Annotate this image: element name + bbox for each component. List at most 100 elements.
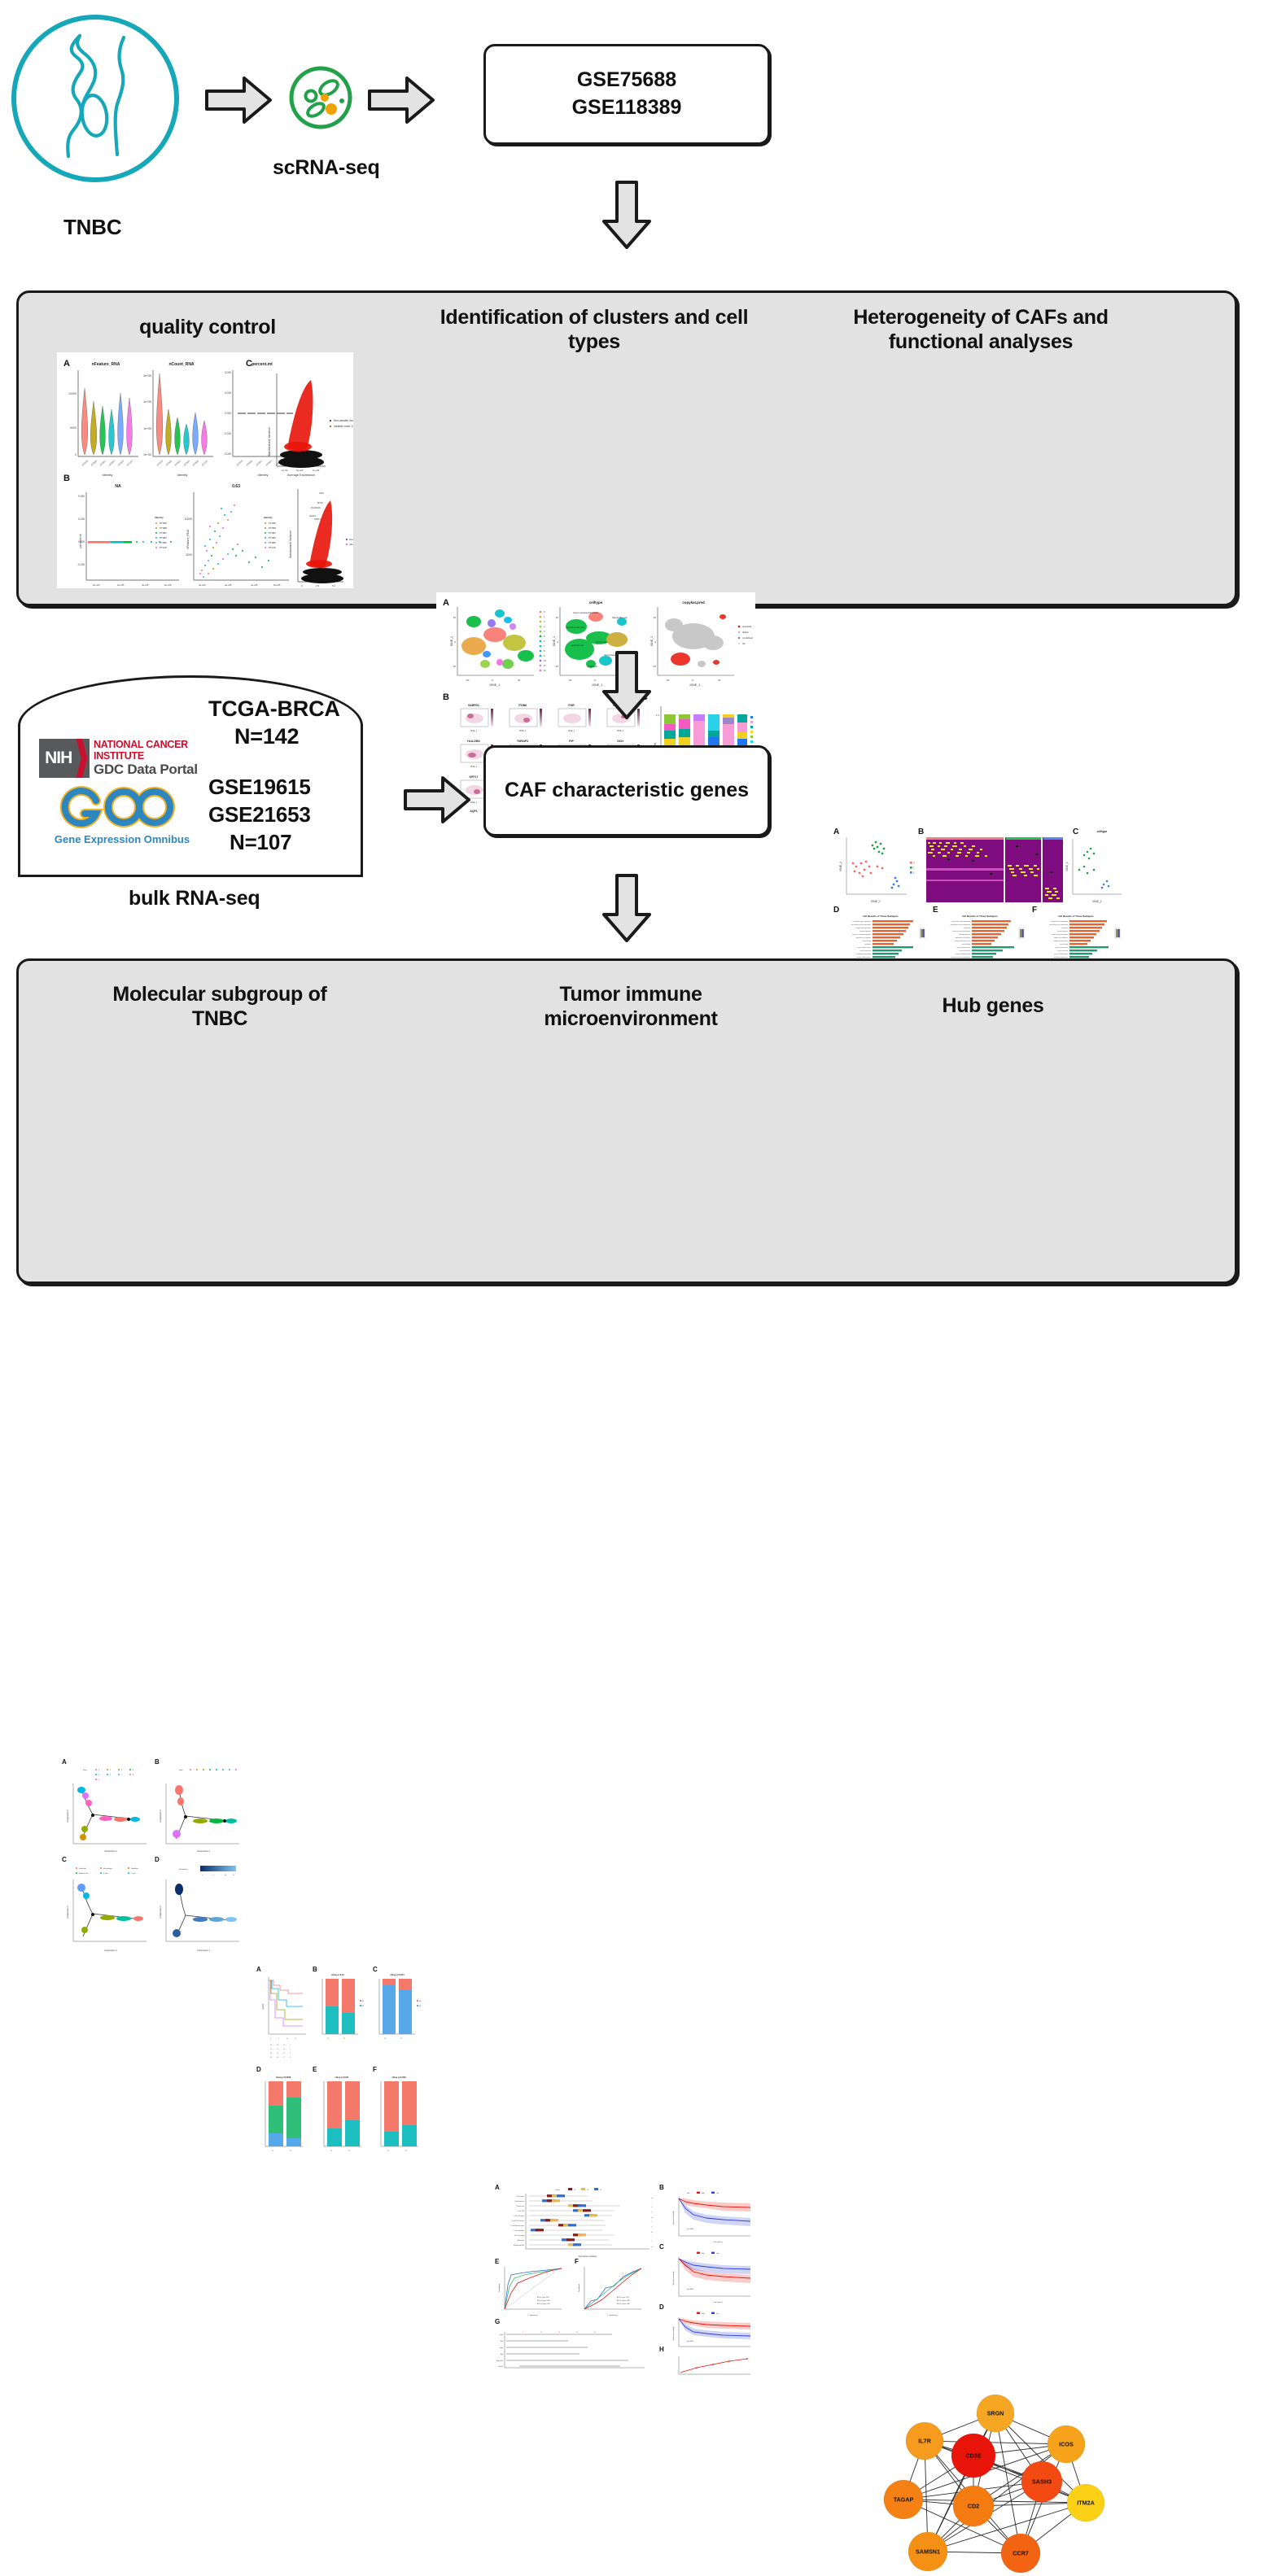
svg-text:C2: C2 xyxy=(587,2190,588,2191)
dataset-line-1: GSE75688 xyxy=(576,68,677,92)
svg-text:PT084: PT084 xyxy=(160,536,167,539)
svg-text:18: 18 xyxy=(277,2045,278,2046)
svg-text:5.0: 5.0 xyxy=(332,584,336,587)
svg-text:tSNE_2: tSNE_2 xyxy=(450,636,453,646)
svg-text:B: B xyxy=(918,827,924,836)
panel-title-quality-control: quality control xyxy=(139,316,276,338)
svg-text:tSNE_1: tSNE_1 xyxy=(470,730,478,732)
svg-text:tSNE_1: tSNE_1 xyxy=(871,900,881,903)
network-node[interactable]: SRGN xyxy=(976,2394,1015,2433)
svg-text:tSNE_1: tSNE_1 xyxy=(489,683,500,687)
svg-text:A: A xyxy=(443,598,449,608)
svg-text:0.025: 0.025 xyxy=(78,517,85,521)
svg-text:chisq p=0.01: chisq p=0.01 xyxy=(331,1973,344,1976)
geo-set-2: GSE21653 xyxy=(208,802,311,827)
svg-text:Component 1: Component 1 xyxy=(104,1849,117,1853)
svg-text:0.050: 0.050 xyxy=(225,371,231,374)
svg-text:B: B xyxy=(443,692,449,702)
svg-text:2e+05: 2e+05 xyxy=(117,583,125,587)
petri-dish-cells-icon xyxy=(286,63,355,136)
svg-text:C1: C1 xyxy=(272,2150,273,2152)
svg-text:4e+05: 4e+05 xyxy=(251,583,258,587)
network-node-label: CD3E xyxy=(965,2452,981,2460)
figure-subgroup-stats: A B C D E F pRCD 0 5 10 15 24 18 12 7 31 22 14 5 … xyxy=(252,1961,427,2169)
svg-text:9: 9 xyxy=(283,2057,284,2059)
svg-text:C1: C1 xyxy=(387,2150,389,2152)
svg-text:C: C xyxy=(373,1966,378,1973)
svg-text:Time (years): Time (years) xyxy=(713,2242,722,2243)
svg-text:ns: ns xyxy=(651,2198,653,2199)
svg-text:TNFAIP3: TNFAIP3 xyxy=(517,740,528,743)
svg-text:PT089: PT089 xyxy=(269,541,276,544)
svg-text:Identity: Identity xyxy=(155,516,164,519)
svg-text:0e+00: 0e+00 xyxy=(199,583,206,587)
svg-text:E: E xyxy=(313,2066,317,2073)
svg-text:IGKC: IGKC xyxy=(319,491,324,495)
svg-text:celltype: celltype xyxy=(1097,830,1108,833)
svg-text:Endothelial: Endothelial xyxy=(79,1867,86,1870)
dataset-line-2: GSE118389 xyxy=(571,96,682,119)
network-node-label: CCR7 xyxy=(1013,2550,1029,2557)
svg-text:0e+00: 0e+00 xyxy=(143,453,151,456)
svg-text:Endothelial: Endothelial xyxy=(588,666,597,668)
svg-text:-0.050: -0.050 xyxy=(224,452,231,456)
svg-text:wound healing: wound healing xyxy=(1060,944,1068,945)
network-node[interactable]: ITM2A xyxy=(1066,2483,1105,2522)
svg-text:26: 26 xyxy=(270,2057,272,2059)
svg-text:N1: N1 xyxy=(362,2006,364,2007)
svg-text:wound healing: wound healing xyxy=(962,944,970,945)
svg-text:A: A xyxy=(833,827,839,836)
svg-text:GO Results of Three Subtypes: GO Results of Three Subtypes xyxy=(1058,915,1094,918)
svg-text:6e+05: 6e+05 xyxy=(164,583,172,587)
network-node[interactable]: CCR7 xyxy=(1000,2533,1041,2574)
svg-text:nCount_RNA: nCount_RNA xyxy=(168,362,194,367)
svg-text:1.0: 1.0 xyxy=(656,714,660,717)
figure-tme: A B C D E F G H Cluster C1 C2 C3 B cells… xyxy=(490,2179,767,2377)
network-node[interactable]: TAGAP xyxy=(883,2479,924,2520)
svg-text:NA: NA xyxy=(115,484,121,489)
svg-text:-0.025: -0.025 xyxy=(77,563,85,566)
svg-text:tSNE_1: tSNE_1 xyxy=(1093,900,1102,903)
svg-text:percent.mt: percent.mt xyxy=(251,362,273,367)
svg-text:F: F xyxy=(373,2066,377,2073)
svg-text:GO Results of Three Subtypes: GO Results of Three Subtypes xyxy=(863,915,899,918)
svg-text:Risk: Risk xyxy=(687,2193,689,2194)
svg-text:IGHG1: IGHG1 xyxy=(309,514,317,517)
network-node[interactable]: IL7R xyxy=(905,2421,944,2460)
network-node[interactable]: SAMSN1 xyxy=(908,2531,948,2572)
svg-text:Identity: Identity xyxy=(177,473,188,477)
svg-text:C2: C2 xyxy=(343,2038,345,2040)
svg-text:PT039: PT039 xyxy=(160,522,167,525)
svg-text:C: C xyxy=(1073,827,1078,836)
svg-text:Component 1: Component 1 xyxy=(104,1949,117,1952)
svg-text:C: C xyxy=(659,2243,664,2251)
network-node[interactable]: ICOS xyxy=(1047,2425,1086,2464)
tcga-n: N=142 xyxy=(234,724,300,749)
svg-text:A: A xyxy=(63,359,70,369)
svg-text:20: 20 xyxy=(518,679,521,682)
svg-text:Variable count: 1000: Variable count: 1000 xyxy=(349,543,353,546)
svg-text:40: 40 xyxy=(558,2332,560,2334)
network-node[interactable]: SASH3 xyxy=(1021,2460,1063,2503)
svg-text:PT058: PT058 xyxy=(160,526,167,530)
svg-text:Macrophages: Macrophages xyxy=(596,641,608,644)
scrnaseq-label: scRNA-seq xyxy=(273,156,380,179)
svg-text:T cells CD4 naive: T cells CD4 naive xyxy=(514,2216,524,2217)
panel-title-tme: Tumor immune microenvironment xyxy=(544,983,718,1030)
svg-text:MT2A: MT2A xyxy=(317,501,323,504)
svg-text:diploid: diploid xyxy=(742,631,749,634)
svg-text:ns: ns xyxy=(651,2246,653,2248)
svg-text:p=0.0047: p=0.0047 xyxy=(687,2289,694,2290)
svg-text:28: 28 xyxy=(270,2053,272,2054)
svg-text:4e+05: 4e+05 xyxy=(143,400,151,404)
svg-text:celltype: celltype xyxy=(589,600,603,605)
nih-gdc-logo: NIH NATIONAL CANCER INSTITUTE GDC Data P… xyxy=(39,739,228,778)
svg-text:pRCD: pRCD xyxy=(262,2003,265,2009)
geo-n: N=107 xyxy=(230,830,292,854)
caf-genes-label: CAF characteristic genes xyxy=(504,779,750,802)
svg-text:PLA2G2A: PLA2G2A xyxy=(311,506,321,509)
network-node[interactable]: CD2 xyxy=(952,2485,995,2527)
network-node[interactable]: CD3E xyxy=(951,2433,996,2478)
svg-text:Smooth muscle cells: Smooth muscle cells xyxy=(566,627,585,629)
tnbc-icon-group xyxy=(11,15,179,182)
